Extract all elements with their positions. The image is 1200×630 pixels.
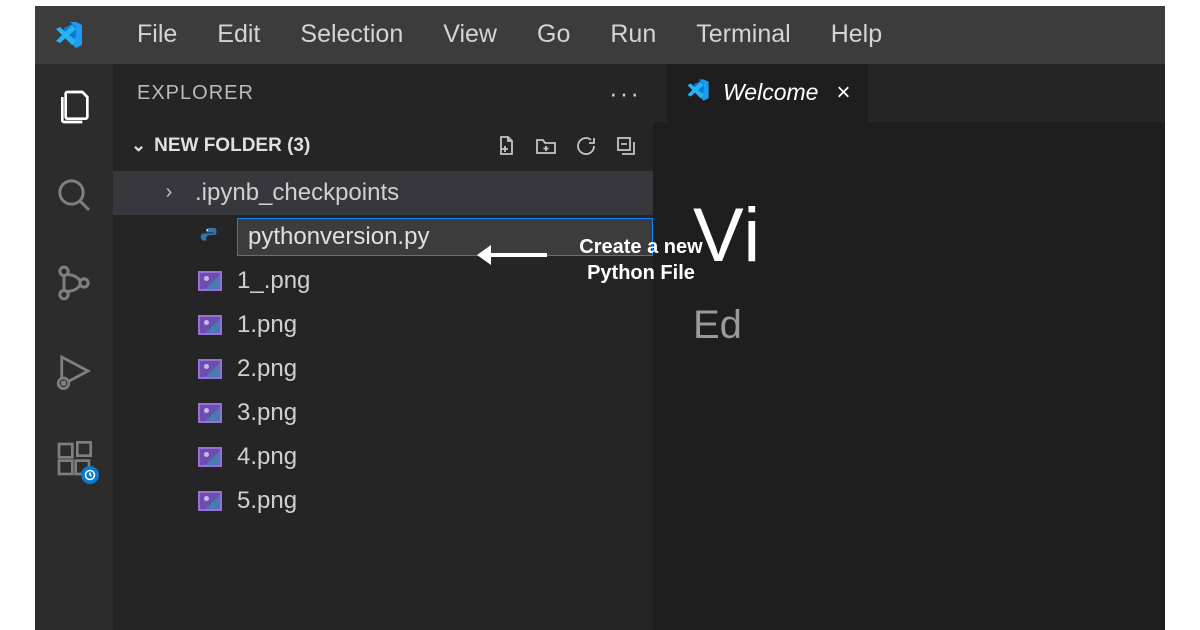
tree-new-file-row[interactable] [113,215,653,259]
new-file-name-input[interactable] [237,218,653,256]
menu-run[interactable]: Run [590,20,676,49]
explorer-icon[interactable] [51,84,97,130]
image-file-icon [197,488,223,514]
tree-label: 1_.png [237,267,310,295]
explorer-header: EXPLORER ··· [113,64,653,123]
file-tree: › .ipynb_checkpoints 1_.png 1.png [113,169,653,523]
activity-bar [35,64,113,630]
menu-selection[interactable]: Selection [280,20,423,49]
vscode-logo-icon [685,77,711,109]
editor-area: Welcome × Vi Ed [653,64,1165,630]
image-file-icon [197,312,223,338]
tree-label: 2.png [237,355,297,383]
menu-go[interactable]: Go [517,20,590,49]
close-icon[interactable]: × [836,79,850,107]
welcome-page: Vi Ed [653,122,1165,630]
menu-edit[interactable]: Edit [197,20,280,49]
chevron-right-icon: › [157,181,181,204]
tree-label: 3.png [237,399,297,427]
run-debug-icon[interactable] [51,348,97,394]
chevron-down-icon: ⌄ [131,135,146,156]
new-file-icon[interactable] [493,133,519,159]
image-file-icon [197,444,223,470]
vscode-window: File Edit Selection View Go Run Terminal… [35,6,1165,630]
explorer-more-icon[interactable]: ··· [609,78,641,109]
explorer-title: EXPLORER [137,82,254,105]
menu-view[interactable]: View [423,20,517,49]
editor-tabs: Welcome × [653,64,1165,122]
clock-badge-icon [81,466,99,484]
tree-label: 5.png [237,487,297,515]
folder-name: NEW FOLDER (3) [154,135,310,157]
collapse-all-icon[interactable] [613,133,639,159]
extensions-icon[interactable] [51,436,97,482]
menu-bar: File Edit Selection View Go Run Terminal… [35,6,1165,64]
tree-file[interactable]: 2.png [113,347,653,391]
explorer-sidebar: EXPLORER ··· ⌄ NEW FOLDER (3) [113,64,653,630]
tree-file[interactable]: 1.png [113,303,653,347]
body-area: EXPLORER ··· ⌄ NEW FOLDER (3) [35,64,1165,630]
source-control-icon[interactable] [51,260,97,306]
tree-file[interactable]: 4.png [113,435,653,479]
tab-welcome[interactable]: Welcome × [667,64,868,122]
search-icon[interactable] [51,172,97,218]
menu-terminal[interactable]: Terminal [676,20,810,49]
welcome-title: Vi [693,192,1165,279]
tree-label: 1.png [237,311,297,339]
tree-file[interactable]: 5.png [113,479,653,523]
new-folder-icon[interactable] [533,133,559,159]
vscode-logo-icon [53,17,89,53]
folder-header[interactable]: ⌄ NEW FOLDER (3) [113,123,653,169]
menu-help[interactable]: Help [811,20,902,49]
menu-file[interactable]: File [117,20,197,49]
image-file-icon [197,400,223,426]
tab-label: Welcome [723,79,818,106]
image-file-icon [197,268,223,294]
welcome-subtitle: Ed [693,303,1165,348]
tree-label: 4.png [237,443,297,471]
python-file-icon [197,224,223,250]
tree-folder-checkpoints[interactable]: › .ipynb_checkpoints [113,171,653,215]
refresh-icon[interactable] [573,133,599,159]
tree-label: .ipynb_checkpoints [195,179,399,207]
tree-file[interactable]: 3.png [113,391,653,435]
tree-file[interactable]: 1_.png [113,259,653,303]
image-file-icon [197,356,223,382]
